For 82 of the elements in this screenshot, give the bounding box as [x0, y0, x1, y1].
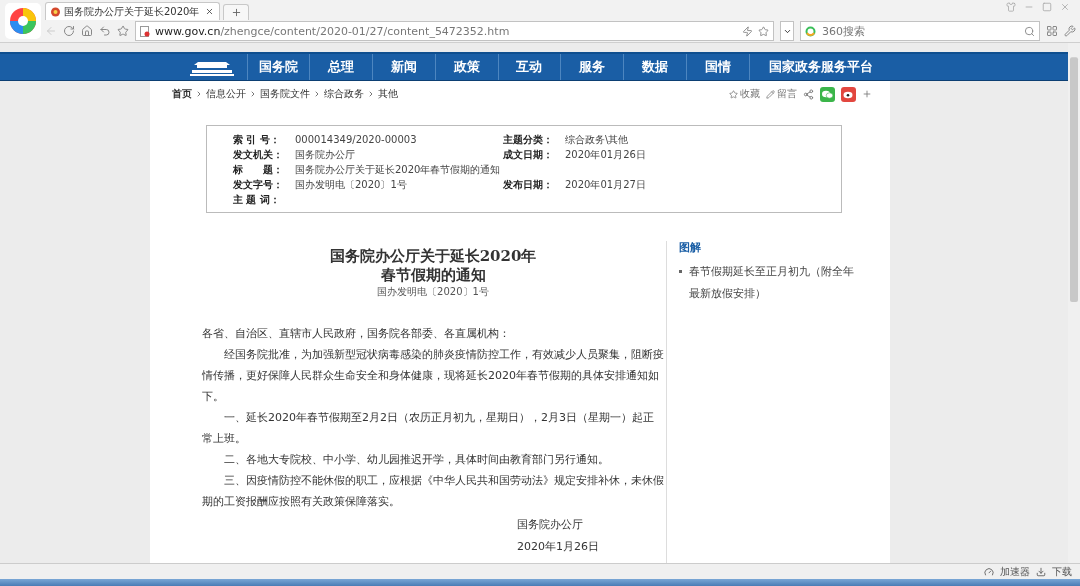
signature-line: 2020年1月26日 — [517, 539, 600, 555]
paragraph: 二、各地大专院校、中小学、幼儿园推迟开学，具体时间由教育部门另行通知。 — [223, 452, 610, 468]
chevron-icon — [367, 90, 375, 98]
nav-link[interactable]: 新闻 — [372, 54, 435, 80]
paragraph: 一、延长2020年春节假期至2月2日（农历正月初九，星期日），2月3日（星期一）起正常上班。 — [202, 410, 655, 447]
dropdown-button[interactable] — [780, 21, 794, 41]
undo-icon[interactable] — [99, 25, 111, 37]
nav-link[interactable]: 国情 — [685, 54, 749, 80]
gauge-icon[interactable] — [984, 566, 994, 577]
home-icon[interactable] — [81, 25, 93, 37]
field-label: 标 题： — [233, 163, 284, 177]
star-icon[interactable] — [758, 25, 769, 37]
nav-link[interactable]: 互动 — [497, 54, 561, 80]
breadcrumb-link[interactable]: 综合政务 — [324, 87, 364, 101]
star-icon[interactable] — [117, 25, 129, 37]
field-value: 国办发明电〔2020〕1号 — [295, 178, 407, 192]
refresh-icon[interactable] — [63, 25, 75, 37]
eye-icon[interactable] — [841, 86, 856, 102]
field-label: 发文机关： — [233, 148, 284, 162]
breadcrumb-link[interactable]: 国务院文件 — [260, 87, 310, 101]
chevron-icon — [249, 90, 257, 98]
nav-link[interactable]: 国家政务服务平台 — [748, 54, 892, 80]
field-value: 2020年01月27日 — [565, 178, 646, 192]
breadcrumb-link[interactable]: 其他 — [378, 87, 398, 101]
breadcrumb-link[interactable]: 信息公开 — [206, 87, 246, 101]
chevron-icon — [313, 90, 321, 98]
grid-icon[interactable] — [1046, 25, 1058, 37]
sidebar-heading: 图解 — [679, 241, 702, 255]
new-tab-button[interactable] — [223, 4, 249, 20]
paragraph: 经国务院批准，为加强新型冠状病毒感染的肺炎疫情防控工作，有效减少人员聚集，阻断疫情传播，更好保障人民群众生命安全和身体健康，现将延长2020年春节假期的具体安排通知如下。 — [202, 347, 664, 405]
browser-logo[interactable] — [5, 3, 41, 39]
field-value: 000014349/2020-00003 — [295, 133, 417, 147]
nav-link[interactable]: 数据 — [623, 54, 686, 80]
plus-icon[interactable] — [862, 89, 872, 99]
page-icon — [140, 25, 150, 37]
article-title: 春节假期的通知 — [379, 266, 487, 285]
restore-icon[interactable] — [1042, 2, 1052, 12]
document-number: 国办发明电〔2020〕1号 — [376, 285, 490, 299]
close-icon[interactable] — [205, 7, 214, 16]
nav-link[interactable]: 服务 — [560, 54, 623, 80]
emblem-icon — [51, 6, 60, 17]
breadcrumb-link[interactable]: 首页 — [172, 87, 192, 101]
search-engine-icon — [805, 25, 816, 37]
favorite-link[interactable]: 收藏 — [729, 87, 760, 101]
field-label: 发布日期： — [503, 178, 554, 192]
chevron-icon — [195, 90, 203, 98]
lightning-icon[interactable] — [742, 25, 753, 37]
paragraph: 各省、自治区、直辖市人民政府，国务院各部委、各直属机构： — [202, 326, 511, 342]
field-value: 2020年01月26日 — [565, 148, 646, 162]
tab-title: 国务院办公厅关于延长2020年 — [64, 4, 201, 19]
field-label: 索 引 号： — [233, 133, 281, 147]
pencil-icon — [766, 89, 775, 99]
download-icon[interactable] — [1036, 566, 1046, 577]
article-title: 国务院办公厅关于延长2020年 — [328, 247, 538, 266]
signature-line: 国务院办公厅 — [517, 517, 584, 533]
status-item[interactable]: 加速器 — [1000, 564, 1030, 579]
field-label: 发文字号： — [233, 178, 284, 192]
shirt-icon[interactable] — [1006, 2, 1016, 12]
field-label: 主题分类： — [503, 133, 554, 147]
search-icon[interactable] — [1024, 25, 1035, 37]
star-icon — [729, 89, 738, 99]
nav-link[interactable]: 政策 — [434, 54, 498, 80]
nav-link[interactable]: 国务院 — [246, 54, 310, 80]
comment-link[interactable]: 留言 — [766, 87, 797, 101]
browser-tab[interactable]: 国务院办公厅关于延长2020年 — [45, 2, 220, 20]
search-field[interactable]: 360搜索 — [820, 23, 1020, 39]
chat-bubbles-icon[interactable] — [820, 86, 835, 102]
address-field[interactable]: www.gov.cn/zhengce/content/2020-01/27/content_5472352.htm — [135, 21, 774, 41]
field-label: 成文日期： — [503, 148, 554, 162]
field-label: 主 题 词： — [233, 193, 281, 207]
wrench-icon[interactable] — [1064, 25, 1076, 37]
field-value: 国务院办公厅 — [295, 148, 355, 162]
search-box[interactable]: 360搜索 — [800, 21, 1040, 41]
share-icon[interactable] — [803, 88, 814, 100]
field-value: 综合政务\其他 — [565, 133, 629, 147]
nav-link[interactable]: 总理 — [309, 54, 372, 80]
paragraph: 三、因疫情防控不能休假的职工，应根据《中华人民共和国劳动法》规定安排补休，未休假期的工资报酬应按照有关政策保障落实。 — [202, 473, 664, 510]
url-text: www.gov.cn/zhengce/content/2020-01/27/content_5472352.htm — [155, 24, 511, 38]
plus-icon — [230, 7, 242, 18]
sidebar-link[interactable]: 春节假期延长至正月初九（附全年最新放假安排） — [679, 261, 859, 305]
field-value: 国务院办公厅关于延长2020年春节假期的通知 — [295, 163, 501, 177]
status-item[interactable]: 下载 — [1052, 564, 1072, 579]
